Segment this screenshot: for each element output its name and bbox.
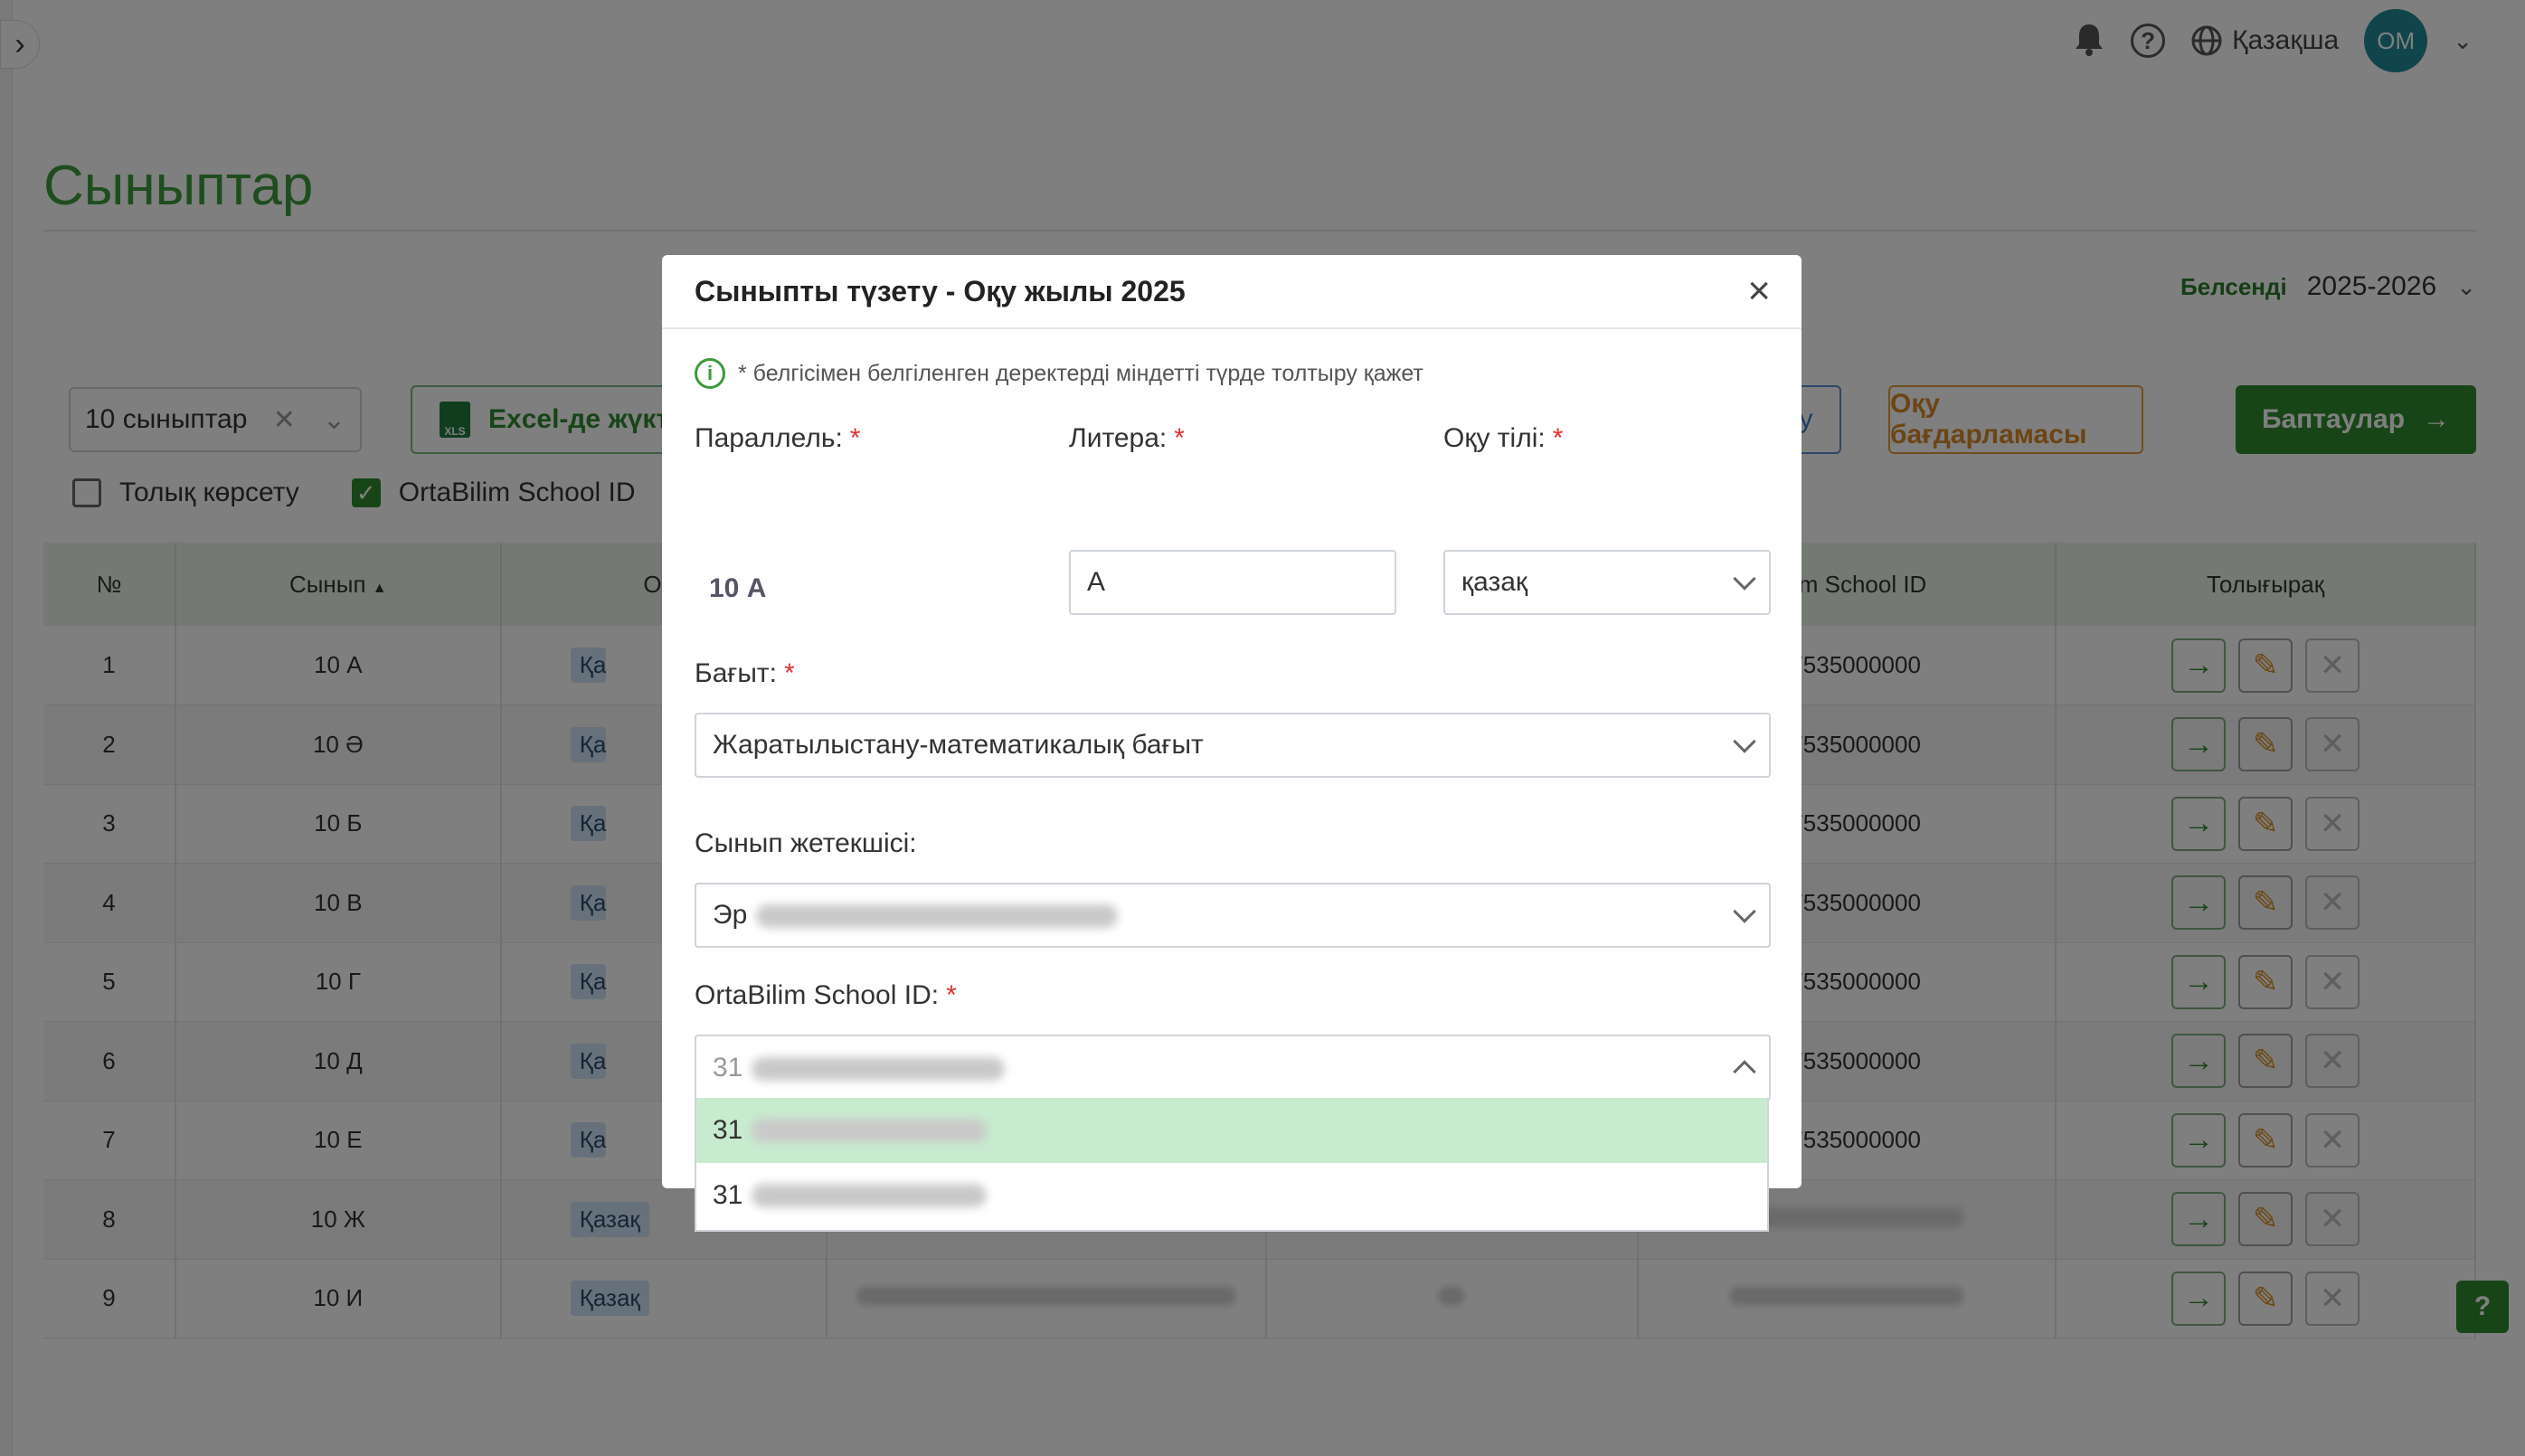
litera-label-text: Литера:: [1069, 423, 1168, 453]
teacher-select[interactable]: Эр: [695, 883, 1771, 948]
direction-select-value: Жаратылыстану-математикалық бағыт: [713, 730, 1204, 760]
school-id-label: OrtaBilim School ID: *: [695, 980, 957, 1011]
chevron-down-icon: [1733, 567, 1756, 591]
school-id-dropdown: 31 31: [695, 1098, 1769, 1232]
modal-body: i * белгісімен белгіленген деректерді мі…: [662, 329, 1802, 1232]
school-id-option[interactable]: 31: [696, 1098, 1767, 1163]
redacted-name: [756, 904, 1119, 929]
chevron-down-icon: [1733, 730, 1756, 753]
modal-header: Сыныпты түзету - Оқу жылы 2025 ×: [662, 255, 1802, 329]
litera-input[interactable]: А: [1069, 550, 1396, 615]
direction-label-text: Бағыт:: [695, 658, 777, 688]
school-id-select[interactable]: 31: [695, 1035, 1771, 1100]
required-mark: *: [783, 658, 795, 688]
edit-class-modal: Сыныпты түзету - Оқу жылы 2025 × i * бел…: [662, 255, 1802, 1232]
parallel-label-text: Параллель:: [695, 423, 843, 453]
required-mark: *: [1174, 423, 1185, 453]
teacher-label: Сынып жетекшісі:: [695, 828, 917, 858]
required-mark: *: [849, 423, 861, 453]
litera-label: Литера: *: [1069, 423, 1185, 454]
parallel-label: Параллель: *: [695, 423, 860, 454]
modal-title: Сыныпты түзету - Оқу жылы 2025: [695, 274, 1186, 307]
direction-label: Бағыт: *: [695, 658, 795, 689]
litera-input-value: А: [1087, 567, 1106, 597]
language-label: Оқу тілі: *: [1443, 423, 1563, 454]
school-id-label-text: OrtaBilim School ID:: [695, 980, 940, 1010]
school-id-select-value: 31: [713, 1053, 743, 1083]
option-text: 31: [713, 1115, 743, 1145]
direction-select[interactable]: Жаратылыстану-математикалық бағыт: [695, 713, 1771, 778]
option-text: 31: [713, 1180, 743, 1210]
required-mark: *: [946, 980, 957, 1010]
parallel-value: 10 А: [709, 573, 767, 603]
close-icon[interactable]: ×: [1747, 271, 1771, 311]
language-select[interactable]: қазақ: [1443, 550, 1771, 615]
teacher-select-value: Эр: [713, 900, 748, 930]
language-select-value: қазақ: [1461, 567, 1528, 597]
redacted-id: [752, 1119, 988, 1142]
required-info: i * белгісімен белгіленген деректерді мі…: [695, 358, 1423, 389]
redacted-id: [752, 1057, 1006, 1082]
school-id-option[interactable]: 31: [696, 1163, 1767, 1228]
required-mark: *: [1552, 423, 1564, 453]
info-icon: i: [695, 358, 725, 389]
redacted-id: [752, 1184, 988, 1207]
chevron-up-icon: [1733, 1060, 1756, 1083]
language-label-text: Оқу тілі:: [1443, 423, 1546, 453]
chevron-down-icon: [1733, 900, 1756, 923]
required-info-text: * белгісімен белгіленген деректерді мінд…: [738, 360, 1423, 386]
